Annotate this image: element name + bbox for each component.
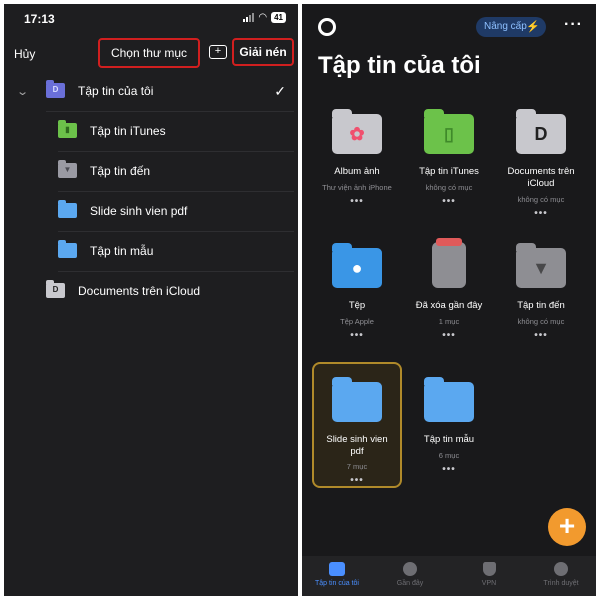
tile-inbox[interactable]: ▼ Tập tin đến không có mục ••• — [496, 242, 586, 372]
tile-photo-album[interactable]: ✿ Album ảnh Thư viện ảnh iPhone ••• — [312, 108, 402, 238]
documents-icloud-icon: D — [46, 280, 65, 298]
tree-item-itunes[interactable]: ▮ Tập tin iTunes — [4, 112, 298, 152]
tile-more-icon[interactable]: ••• — [496, 208, 586, 219]
tree-item-label: Slide sinh vien pdf — [90, 204, 188, 218]
tile-label: Documents trên iCloud — [507, 166, 575, 189]
gear-icon[interactable] — [318, 18, 336, 36]
extract-button[interactable]: Giải nén — [232, 38, 294, 66]
tile-subtitle: không có mục — [517, 195, 565, 204]
clock-icon — [403, 562, 417, 576]
tile-subtitle: 1 mục — [438, 317, 460, 326]
my-files-icon: D — [46, 80, 65, 98]
folder-icon — [58, 240, 77, 258]
tab-recent[interactable]: Gần đây — [375, 562, 445, 587]
tile-label: Tập tin đến — [517, 300, 565, 311]
tab-vpn[interactable]: VPN — [454, 562, 524, 587]
tile-more-icon[interactable]: ••• — [496, 330, 586, 341]
tile-label: Slide sinh vien pdf — [326, 434, 388, 457]
itunes-folder-icon: ▯ — [424, 108, 474, 154]
tile-subtitle: Thư viện ảnh iPhone — [322, 183, 392, 192]
status-icons: ◠ 41 — [243, 12, 286, 23]
upgrade-button[interactable]: Nâng cấp ⚡ — [476, 17, 546, 37]
tile-more-icon[interactable]: ••• — [404, 196, 494, 207]
itunes-folder-icon: ▮ — [58, 120, 77, 138]
lightning-icon: ⚡ — [526, 21, 540, 33]
tile-itunes[interactable]: ▯ Tập tin iTunes không có mục ••• — [404, 108, 494, 238]
tile-apple-files[interactable]: ● Tệp Tệp Apple ••• — [312, 242, 402, 372]
tab-label: Tập tin của tôi — [315, 580, 359, 587]
tree-item-label: Tập tin đến — [90, 164, 151, 178]
chevron-down-icon[interactable]: ⌄ — [16, 85, 29, 98]
tile-slide-pdf[interactable]: Slide sinh vien pdf 7 mục ••• — [312, 376, 402, 506]
tile-label: Đã xóa gần đây — [415, 300, 483, 311]
tile-label: Tập tin mẫu — [423, 434, 475, 445]
tree-item-my-files[interactable]: ⌄ D Tập tin của tôi ✓ — [4, 72, 298, 112]
tile-more-icon[interactable]: ••• — [404, 464, 494, 475]
tree-item-label: Tập tin iTunes — [90, 124, 166, 138]
new-folder-icon[interactable]: + — [209, 45, 227, 59]
tab-bar: Tập tin của tôi Gần đây VPN Trình duyệt — [302, 556, 596, 596]
compass-icon — [554, 562, 568, 576]
tile-subtitle: không có mục — [517, 317, 565, 326]
tab-label: VPN — [481, 580, 497, 587]
checkmark-icon: ✓ — [274, 83, 286, 99]
tile-recently-deleted[interactable]: Đã xóa gần đây 1 mục ••• — [404, 238, 494, 372]
apple-files-folder-icon: ● — [332, 242, 382, 288]
my-files-panel: Nâng cấp ⚡ ··· Tập tin của tôi ✿ Album ản… — [302, 4, 596, 596]
tree-item-label: Tập tin mẫu — [90, 244, 154, 258]
tree-item-documents-icloud[interactable]: D Documents trên iCloud — [4, 272, 298, 312]
tree-item-slide-pdf[interactable]: Slide sinh vien pdf — [4, 192, 298, 232]
tile-subtitle: không có mục — [425, 183, 473, 192]
cellular-signal-icon — [243, 13, 255, 22]
tree-item-inbox[interactable]: ▼ Tập tin đến — [4, 152, 298, 192]
picker-toolbar: Hủy Chọn thư mục + Giải nén — [4, 36, 298, 72]
tile-label: Tập tin iTunes — [419, 166, 479, 177]
folder-icon — [332, 376, 382, 422]
trash-icon — [424, 238, 474, 288]
folder-icon — [424, 376, 474, 422]
tile-documents-icloud[interactable]: D Documents trên iCloud không có mục ••• — [496, 108, 586, 238]
inbox-folder-icon: ▼ — [58, 160, 77, 178]
tile-more-icon[interactable]: ••• — [312, 196, 402, 207]
tree-item-label: Documents trên iCloud — [78, 284, 201, 298]
tab-my-files[interactable]: Tập tin của tôi — [302, 562, 372, 587]
shield-icon — [482, 562, 496, 576]
tree-item-label: Tập tin của tôi — [78, 84, 154, 98]
status-time: 17:13 — [24, 12, 55, 26]
tile-sample-files[interactable]: Tập tin mẫu 6 mục ••• — [404, 376, 494, 506]
photos-folder-icon: ✿ — [332, 108, 382, 154]
tree-item-sample-files[interactable]: Tập tin mẫu — [4, 232, 298, 272]
tile-more-icon[interactable]: ••• — [312, 475, 402, 486]
upgrade-label: Nâng cấp — [484, 21, 527, 32]
cancel-button[interactable]: Hủy — [14, 47, 35, 61]
add-button[interactable]: + — [548, 508, 586, 546]
tile-more-icon[interactable]: ••• — [312, 330, 402, 341]
tile-label: Album ảnh — [334, 166, 380, 177]
tab-label: Gần đây — [396, 580, 424, 587]
folder-picker-panel: 17:13 ◠ 41 Hủy Chọn thư mục + Giải nén ⌄… — [4, 4, 298, 596]
inbox-folder-icon: ▼ — [516, 242, 566, 288]
page-title: Tập tin của tôi — [318, 52, 481, 79]
folder-tab-icon — [329, 562, 345, 576]
folder-icon — [58, 200, 77, 218]
tile-subtitle: Tệp Apple — [340, 317, 374, 326]
choose-folder-button[interactable]: Chọn thư mục — [98, 38, 200, 68]
status-bar: 17:13 ◠ 41 — [4, 4, 298, 32]
tab-browser[interactable]: Trình duyệt — [526, 562, 596, 587]
more-options-icon[interactable]: ··· — [564, 16, 583, 34]
documents-folder-icon: D — [516, 108, 566, 154]
tile-label: Tệp — [348, 300, 366, 311]
tab-label: Trình duyệt — [543, 580, 579, 587]
wifi-icon: ◠ — [258, 12, 268, 23]
tile-subtitle: 6 mục — [438, 451, 460, 460]
tile-subtitle: 7 mục — [346, 462, 368, 471]
battery-icon: 41 — [271, 12, 286, 23]
tile-more-icon[interactable]: ••• — [404, 330, 494, 341]
